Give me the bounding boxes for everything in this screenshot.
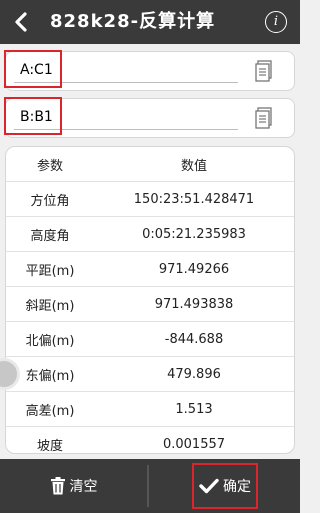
button-divider (147, 465, 149, 507)
row-value: 0.001557 (162, 436, 226, 452)
row-key: 北偏(m) (6, 321, 94, 357)
row-value: 479.896 (94, 356, 294, 392)
chevron-left-icon (15, 12, 27, 32)
trash-icon (50, 477, 65, 495)
info-icon[interactable]: i (265, 11, 287, 33)
row-value: -844.688 (94, 321, 294, 357)
row-value: 150:23:51.428471 (94, 181, 294, 217)
row-value: 1.513 (94, 391, 294, 427)
title-bar: 828k28-反算计算 i (0, 0, 300, 44)
document-icon[interactable] (254, 106, 276, 130)
back-button[interactable] (6, 6, 36, 38)
row-key: 方位角 (6, 181, 94, 217)
table-row: 东偏(m) 479.896 (6, 356, 294, 392)
table-row: 方位角 150:23:51.428471 (6, 181, 294, 217)
row-key: 高差(m) (6, 391, 94, 427)
table-row: 坡度 0.001557 (6, 427, 294, 454)
confirm-label: 确定 (223, 479, 251, 495)
highlight-box (4, 50, 62, 88)
table-row: 平距(m) 971.49266 (6, 251, 294, 287)
table-row: 高差(m) 1.513 (6, 391, 294, 427)
row-key: 平距(m) (6, 251, 94, 287)
column-header-value: 数值 (94, 147, 294, 182)
clear-label: 清空 (69, 479, 98, 495)
results-table: 参数 数值 方位角 150:23:51.428471 高度角 0:05:21.235… (5, 146, 295, 454)
point-b-field[interactable]: B:B1 (4, 97, 295, 138)
table-header-row: 参数 数值 (6, 147, 294, 182)
row-key: 高度角 (6, 216, 94, 252)
row-value: 971.49266 (94, 251, 294, 287)
page-title: 828k28-反算计算 (50, 11, 216, 32)
row-key: 斜距(m) (6, 286, 94, 322)
highlight-box (4, 97, 62, 135)
table-row: 斜距(m) 971.493838 (6, 286, 294, 322)
column-header-param: 参数 (6, 147, 94, 182)
document-icon[interactable] (254, 59, 276, 83)
clear-button[interactable]: 清空 (0, 459, 147, 513)
row-value: 0:05:21.235983 (94, 216, 294, 252)
point-a-field[interactable]: A:C1 (4, 50, 295, 91)
row-value: 971.493838 (94, 286, 294, 322)
row-key: 坡度 (36, 438, 63, 454)
checkmark-icon (199, 478, 219, 494)
table-row: 北偏(m) -844.688 (6, 321, 294, 357)
bottom-action-bar: 清空 确定 (0, 459, 300, 513)
table-row: 高度角 0:05:21.235983 (6, 216, 294, 252)
confirm-button[interactable]: 确定 (150, 459, 300, 513)
